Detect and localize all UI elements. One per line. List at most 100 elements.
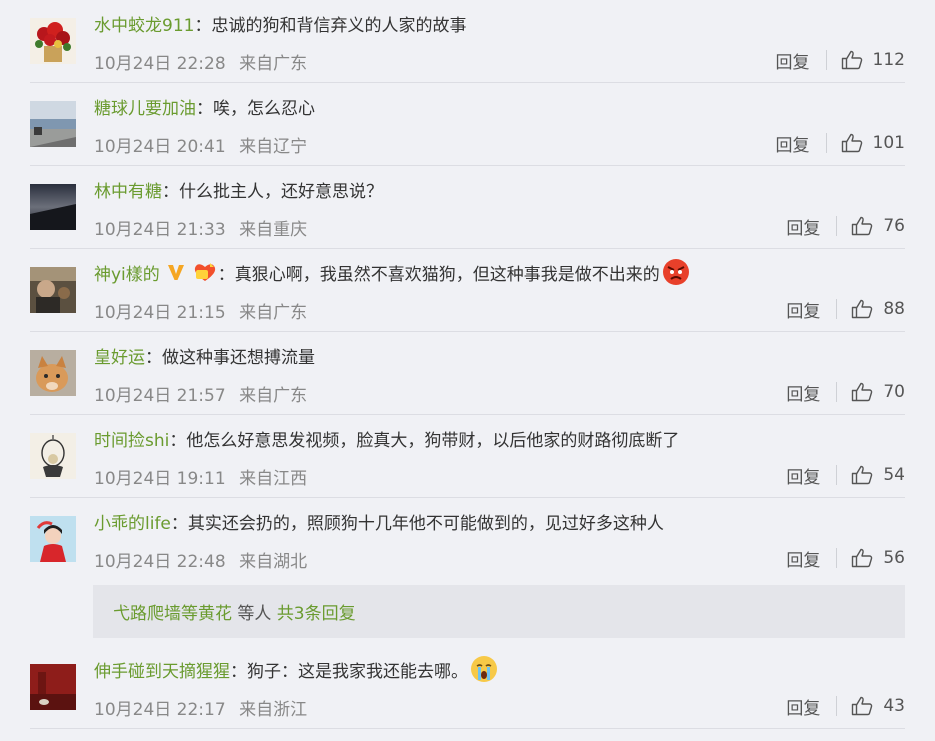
comment-text: ：他怎么好意思发视频，脸真大，狗带财，以后他家的财路彻底断了	[169, 431, 680, 451]
comment-actions: 回复 112	[776, 47, 905, 73]
comment-location: 来自重庆	[239, 220, 308, 240]
like-count: 101	[872, 133, 905, 153]
sky-avatar-image	[30, 184, 76, 230]
comment-text: ：什么批主人，还好意思说？	[162, 182, 383, 202]
like-button[interactable]: 101	[841, 133, 905, 153]
comment-item: 林中有糖 ：什么批主人，还好意思说？ 10月24日 21:33 来自重庆 回复 …	[0, 166, 935, 249]
comment-item: 时间捡shi ：他怎么好意思发视频，脸真大，狗带财，以后他家的财路彻底断了 10…	[0, 415, 935, 498]
comment-text: ：忠诚的狗和背信弃义的人家的故事	[194, 16, 467, 36]
seaside-avatar-image	[30, 101, 76, 147]
comment-location: 来自广东	[239, 386, 308, 406]
reply-button[interactable]: 回复	[786, 297, 820, 322]
sub-reply-middle-text: 等人	[232, 604, 277, 624]
comment-meta: 10月24日 19:11 来自江西	[94, 464, 307, 489]
comment-text: ：真狠心啊，我虽然不喜欢猫狗，但这种事我是做不出来的	[217, 265, 660, 285]
girl-avatar-image	[30, 516, 76, 562]
reply-button[interactable]: 回复	[786, 463, 820, 488]
sub-reply-user-link[interactable]: 弋路爬墙等黄花	[113, 599, 232, 624]
crying-face-emoji-icon	[470, 655, 498, 690]
avatar[interactable]	[30, 18, 76, 64]
comment-item: 伸手碰到天摘猩猩 ：狗子：这是我家我还能去哪。 10月24日 22:17 来自浙…	[0, 646, 935, 729]
username-link[interactable]: 伸手碰到天摘猩猩	[94, 660, 230, 684]
avatar[interactable]	[30, 184, 76, 230]
angry-face-emoji-icon	[662, 258, 690, 293]
avatar[interactable]	[30, 350, 76, 396]
comment-date: 10月24日 21:33	[94, 220, 226, 240]
comment-date: 10月24日 20:41	[94, 137, 226, 157]
comment-date: 10月24日 21:15	[94, 303, 226, 323]
avatar[interactable]	[30, 433, 76, 479]
username-link[interactable]: 水中蛟龙911	[94, 14, 194, 38]
username-link[interactable]: 林中有糖	[94, 180, 162, 204]
thumbs-up-icon	[852, 216, 873, 236]
sub-reply-count-link[interactable]: 共3条回复	[277, 599, 356, 624]
like-button[interactable]: 88	[851, 299, 905, 319]
comment-location: 来自广东	[239, 54, 308, 74]
like-count: 70	[883, 382, 905, 402]
like-count: 88	[883, 299, 905, 319]
person-avatar-image	[30, 267, 76, 313]
comment-text: ：其实还会扔的，照顾狗十几年他不可能做到的，见过好多这种人	[170, 514, 664, 534]
comment-actions: 回复 101	[776, 130, 905, 156]
thumbs-up-icon	[852, 299, 873, 319]
fan-badge-icon	[192, 261, 218, 290]
like-count: 54	[883, 465, 905, 485]
comment-actions: 回复 76	[786, 213, 905, 239]
comment-item: 皇好运 ：做这种事还想搏流量 10月24日 21:57 来自广东 回复 70	[0, 332, 935, 415]
username-link[interactable]: 皇好运	[94, 346, 145, 370]
like-button[interactable]: 56	[851, 548, 905, 568]
like-button[interactable]: 76	[851, 216, 905, 236]
comment-location: 来自辽宁	[239, 137, 308, 157]
comment-actions: 回复 43	[786, 693, 905, 719]
reply-button[interactable]: 回复	[786, 546, 820, 571]
comment-date: 10月24日 22:48	[94, 552, 226, 572]
action-divider	[836, 465, 838, 485]
reply-button[interactable]: 回复	[786, 380, 820, 405]
like-count: 56	[883, 548, 905, 568]
comment-date: 10月24日 22:28	[94, 54, 226, 74]
sub-reply-summary[interactable]: 弋路爬墙等黄花 等人 共3条回复	[93, 585, 905, 638]
username-link[interactable]: 神yi樣的	[94, 263, 160, 287]
action-divider	[825, 133, 827, 153]
flowers-avatar-image	[30, 18, 76, 64]
username-link[interactable]: 小乖的life	[94, 512, 171, 536]
sketch-avatar-image	[30, 433, 76, 479]
reply-button[interactable]: 回复	[786, 214, 820, 239]
like-count: 112	[872, 50, 905, 70]
username-link[interactable]: 时间捡shi	[94, 429, 169, 453]
thumbs-up-icon	[841, 133, 862, 153]
action-divider	[836, 548, 838, 568]
like-button[interactable]: 70	[851, 382, 905, 402]
comment-actions: 回复 70	[786, 379, 905, 405]
avatar[interactable]	[30, 267, 76, 313]
comment-item: 神yi樣的 ：真狠心啊，我虽然不喜欢猫狗，但这种事我是做不出来的 10月24日 …	[0, 249, 935, 332]
comment-list: 水中蛟龙911 ：忠诚的狗和背信弃义的人家的故事 10月24日 22:28 来自…	[0, 0, 935, 729]
thumbs-up-icon	[852, 465, 873, 485]
reply-button[interactable]: 回复	[786, 694, 820, 719]
like-count: 43	[883, 696, 905, 716]
action-divider	[836, 299, 838, 319]
comment-location: 来自浙江	[239, 700, 308, 720]
comment-item: 小乖的life ：其实还会扔的，照顾狗十几年他不可能做到的，见过好多这种人 10…	[0, 498, 935, 581]
reply-button[interactable]: 回复	[776, 131, 810, 156]
like-button[interactable]: 54	[851, 465, 905, 485]
comment-actions: 回复 56	[786, 545, 905, 571]
reply-button[interactable]: 回复	[776, 48, 810, 73]
comment-actions: 回复 88	[786, 296, 905, 322]
avatar[interactable]	[30, 101, 76, 147]
username-link[interactable]: 糖球儿要加油	[94, 97, 196, 121]
comment-line: 神yi樣的 ：真狠心啊，我虽然不喜欢猫狗，但这种事我是做不出来的	[94, 258, 690, 290]
like-button[interactable]: 112	[841, 50, 905, 70]
comment-location: 来自广东	[239, 303, 308, 323]
avatar[interactable]	[30, 516, 76, 562]
comment-meta: 10月24日 22:48 来自湖北	[94, 547, 307, 572]
comment-line: 皇好运 ：做这种事还想搏流量	[94, 346, 315, 370]
comment-date: 10月24日 21:57	[94, 386, 226, 406]
like-count: 76	[883, 216, 905, 236]
comment-text: ：做这种事还想搏流量	[145, 348, 315, 368]
cat-avatar-image	[30, 350, 76, 396]
like-button[interactable]: 43	[851, 696, 905, 716]
avatar[interactable]	[30, 664, 76, 710]
thumbs-up-icon	[852, 696, 873, 716]
